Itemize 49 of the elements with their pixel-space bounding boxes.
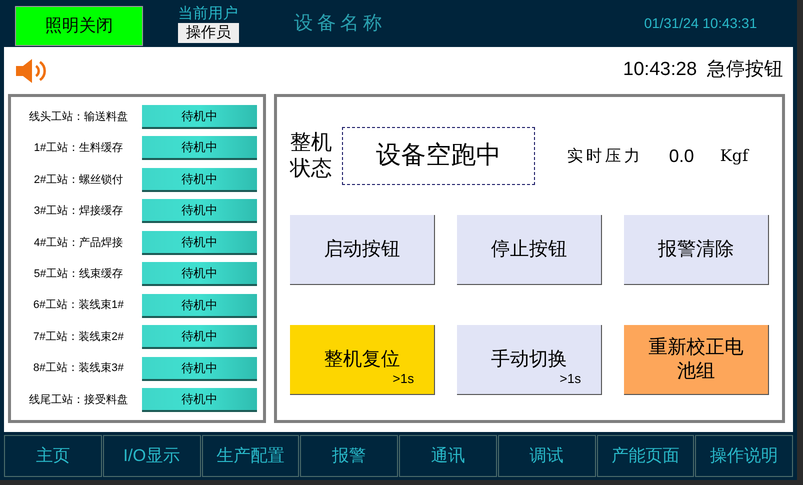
station-status: 待机中 — [142, 230, 257, 255]
hold-hint: >1s — [560, 370, 581, 388]
light-button[interactable]: 照明关闭 — [15, 6, 143, 46]
station-status: 待机中 — [142, 168, 257, 192]
station-name: 线头工站：输送料盘 — [28, 110, 129, 125]
station-status: 待机中 — [142, 325, 257, 350]
station-name: 4#工站：产品焊接 — [32, 236, 124, 250]
station-name: 线尾工站：接受料盘 — [28, 392, 129, 408]
alarm-message: 急停按钮 — [707, 58, 783, 82]
nav-tab[interactable]: 产能页面 — [596, 435, 694, 477]
machine-status-field: 设备空跑中 — [342, 127, 535, 185]
station-status: 待机中 — [142, 136, 257, 160]
nav-tab[interactable]: 调试 — [498, 435, 596, 477]
alarm-time: 10:43:28 — [623, 58, 697, 82]
nav-tab[interactable]: 通讯 — [399, 435, 497, 477]
station-name: 8#工站：装线束3# — [32, 361, 125, 376]
station-name: 1#工站：生料缓存 — [32, 141, 124, 156]
machine-status-label: 整机状态 — [290, 130, 333, 182]
station-status: 待机中 — [142, 356, 257, 380]
speaker-icon[interactable] — [14, 56, 48, 84]
action-button[interactable]: 整机复位 >1s — [290, 325, 435, 395]
nav-tab[interactable]: 生产配置 — [202, 435, 300, 477]
station-status: 待机中 — [142, 105, 257, 129]
nav-tab[interactable]: 报警 — [300, 435, 398, 477]
pressure-unit: Kgf — [720, 145, 748, 167]
user-label: 当前用户 — [178, 4, 238, 22]
action-button[interactable]: 报警清除 — [624, 215, 769, 285]
nav-tab[interactable]: I/O显示 — [102, 435, 200, 477]
hold-hint: >1s — [392, 370, 414, 388]
station-name: 5#工站：线束缓存 — [32, 266, 124, 282]
datetime: 01/31/24 10:43:31 — [644, 14, 757, 33]
station-name: 6#工站：装线束1# — [32, 298, 125, 314]
pressure-value: 0.0 — [669, 144, 694, 168]
action-button[interactable]: 启动按钮 — [290, 215, 435, 285]
device-name: 设备名称 — [294, 11, 386, 36]
nav-tab[interactable]: 主页 — [4, 435, 102, 477]
action-button[interactable]: 手动切换 >1s — [457, 325, 602, 395]
station-name: 3#工站：焊接缓存 — [32, 204, 124, 220]
station-name: 2#工站：螺丝锁付 — [32, 172, 124, 188]
nav-tab[interactable]: 操作说明 — [695, 435, 793, 477]
station-status: 待机中 — [142, 262, 257, 286]
station-status: 待机中 — [142, 199, 257, 224]
station-status: 待机中 — [142, 294, 257, 318]
station-status: 待机中 — [142, 388, 257, 412]
action-button[interactable]: 停止按钮 — [457, 215, 602, 285]
user-field: 操作员 — [178, 22, 239, 42]
station-name: 7#工站：装线束2# — [32, 330, 125, 345]
action-button[interactable]: 重新校正电池组 — [624, 325, 769, 395]
pressure-label: 实时压力 — [567, 145, 643, 167]
